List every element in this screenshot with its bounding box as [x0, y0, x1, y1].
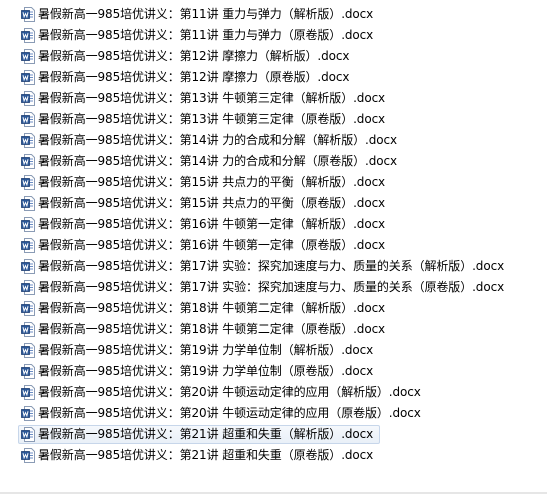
word-doc-icon [21, 196, 35, 211]
file-name: 暑假新高一985培优讲义：第21讲 超重和失重（解析版）.docx [38, 427, 374, 441]
file-name: 暑假新高一985培优讲义：第19讲 力学单位制（解析版）.docx [38, 343, 374, 357]
word-doc-icon [21, 259, 35, 274]
file-item[interactable]: 暑假新高一985培优讲义：第16讲 牛顿第一定律（解析版）.docx [0, 214, 547, 235]
word-doc-icon [21, 7, 35, 22]
word-doc-icon [21, 343, 35, 358]
file-item[interactable]: 暑假新高一985培优讲义：第16讲 牛顿第一定律（原卷版）.docx [0, 235, 547, 256]
file-name: 暑假新高一985培优讲义：第14讲 力的合成和分解（解析版）.docx [38, 133, 397, 147]
file-name: 暑假新高一985培优讲义：第12讲 摩擦力（解析版）.docx [38, 49, 350, 63]
word-doc-icon [21, 112, 35, 127]
word-doc-icon [21, 364, 35, 379]
word-doc-icon [21, 175, 35, 190]
file-item[interactable]: 暑假新高一985培优讲义：第20讲 牛顿运动定律的应用（原卷版）.docx [0, 403, 547, 424]
file-item[interactable]: 暑假新高一985培优讲义：第19讲 力学单位制（原卷版）.docx [0, 361, 547, 382]
word-doc-icon [21, 133, 35, 148]
top-edge [0, 0, 547, 3]
file-name: 暑假新高一985培优讲义：第15讲 共点力的平衡（解析版）.docx [38, 175, 386, 189]
file-name: 暑假新高一985培优讲义：第16讲 牛顿第一定律（解析版）.docx [38, 217, 386, 231]
file-name: 暑假新高一985培优讲义：第17讲 实验：探究加速度与力、质量的关系（解析版）.… [38, 259, 505, 273]
file-item[interactable]: 暑假新高一985培优讲义：第17讲 实验：探究加速度与力、质量的关系（原卷版）.… [0, 277, 547, 298]
file-name: 暑假新高一985培优讲义：第13讲 牛顿第三定律（原卷版）.docx [38, 112, 386, 126]
file-item[interactable]: 暑假新高一985培优讲义：第11讲 重力与弹力（解析版）.docx [0, 4, 547, 25]
file-item[interactable]: 暑假新高一985培优讲义：第15讲 共点力的平衡（原卷版）.docx [0, 193, 547, 214]
file-item[interactable]: 暑假新高一985培优讲义：第20讲 牛顿运动定律的应用（解析版）.docx [0, 382, 547, 403]
file-item[interactable]: 暑假新高一985培优讲义：第12讲 摩擦力（解析版）.docx [0, 46, 547, 67]
word-doc-icon [21, 322, 35, 337]
word-doc-icon [21, 217, 35, 232]
file-name: 暑假新高一985培优讲义：第12讲 摩擦力（原卷版）.docx [38, 70, 350, 84]
file-item[interactable]: 暑假新高一985培优讲义：第21讲 超重和失重（原卷版）.docx [0, 445, 547, 466]
file-name: 暑假新高一985培优讲义：第18讲 牛顿第二定律（原卷版）.docx [38, 322, 386, 336]
file-item[interactable]: 暑假新高一985培优讲义：第19讲 力学单位制（解析版）.docx [0, 340, 547, 361]
file-name: 暑假新高一985培优讲义：第17讲 实验：探究加速度与力、质量的关系（原卷版）.… [38, 280, 505, 294]
file-list: 暑假新高一985培优讲义：第11讲 重力与弹力（解析版）.docx 暑假新高一98… [0, 4, 547, 466]
word-doc-icon [21, 154, 35, 169]
file-item[interactable]: 暑假新高一985培优讲义：第11讲 重力与弹力（原卷版）.docx [0, 25, 547, 46]
file-name: 暑假新高一985培优讲义：第21讲 超重和失重（原卷版）.docx [38, 448, 374, 462]
file-item[interactable]: 暑假新高一985培优讲义：第21讲 超重和失重（解析版）.docx [0, 424, 547, 445]
file-item[interactable]: 暑假新高一985培优讲义：第14讲 力的合成和分解（解析版）.docx [0, 130, 547, 151]
word-doc-icon [21, 238, 35, 253]
file-item[interactable]: 暑假新高一985培优讲义：第14讲 力的合成和分解（原卷版）.docx [0, 151, 547, 172]
file-item[interactable]: 暑假新高一985培优讲义：第13讲 牛顿第三定律（解析版）.docx [0, 88, 547, 109]
file-name: 暑假新高一985培优讲义：第14讲 力的合成和分解（原卷版）.docx [38, 154, 397, 168]
file-item[interactable]: 暑假新高一985培优讲义：第13讲 牛顿第三定律（原卷版）.docx [0, 109, 547, 130]
word-doc-icon [21, 28, 35, 43]
word-doc-icon [21, 406, 35, 421]
file-name: 暑假新高一985培优讲义：第20讲 牛顿运动定律的应用（原卷版）.docx [38, 406, 421, 420]
file-name: 暑假新高一985培优讲义：第19讲 力学单位制（原卷版）.docx [38, 364, 374, 378]
word-doc-icon [21, 280, 35, 295]
file-name: 暑假新高一985培优讲义：第11讲 重力与弹力（原卷版）.docx [38, 28, 374, 42]
word-doc-icon [21, 385, 35, 400]
file-item[interactable]: 暑假新高一985培优讲义：第18讲 牛顿第二定律（原卷版）.docx [0, 319, 547, 340]
word-doc-icon [21, 70, 35, 85]
file-item[interactable]: 暑假新高一985培优讲义：第17讲 实验：探究加速度与力、质量的关系（解析版）.… [0, 256, 547, 277]
file-name: 暑假新高一985培优讲义：第20讲 牛顿运动定律的应用（解析版）.docx [38, 385, 421, 399]
file-item[interactable]: 暑假新高一985培优讲义：第18讲 牛顿第二定律（解析版）.docx [0, 298, 547, 319]
file-name: 暑假新高一985培优讲义：第15讲 共点力的平衡（原卷版）.docx [38, 196, 386, 210]
word-doc-icon [21, 427, 35, 442]
word-doc-icon [21, 91, 35, 106]
word-doc-icon [21, 301, 35, 316]
file-name: 暑假新高一985培优讲义：第11讲 重力与弹力（解析版）.docx [38, 7, 374, 21]
word-doc-icon [21, 49, 35, 64]
word-doc-icon [21, 448, 35, 463]
file-item[interactable]: 暑假新高一985培优讲义：第15讲 共点力的平衡（解析版）.docx [0, 172, 547, 193]
file-name: 暑假新高一985培优讲义：第13讲 牛顿第三定律（解析版）.docx [38, 91, 386, 105]
file-name: 暑假新高一985培优讲义：第16讲 牛顿第一定律（原卷版）.docx [38, 238, 386, 252]
file-name: 暑假新高一985培优讲义：第18讲 牛顿第二定律（解析版）.docx [38, 301, 386, 315]
file-item[interactable]: 暑假新高一985培优讲义：第12讲 摩擦力（原卷版）.docx [0, 67, 547, 88]
